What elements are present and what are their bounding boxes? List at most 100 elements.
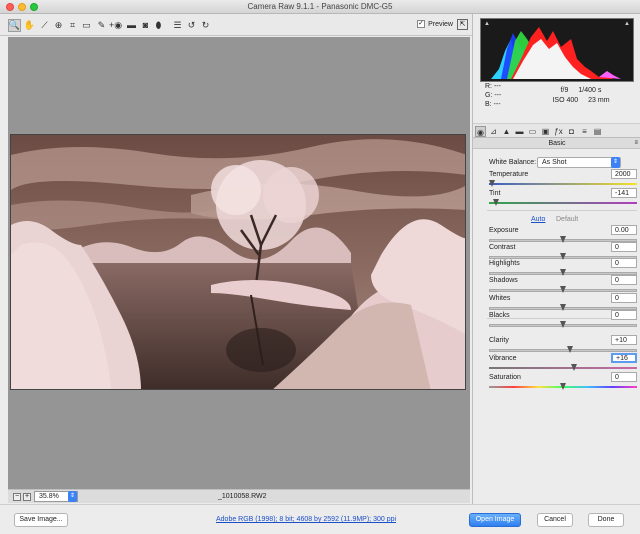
crop-tool-icon[interactable]: ⌗ (66, 19, 79, 32)
shadows-value-field[interactable]: 0 (611, 275, 637, 285)
tab-tone-curve-icon[interactable]: ⊿ (488, 126, 499, 137)
spot-removal-tool-icon[interactable]: ✎ (95, 19, 108, 32)
info-readout: R: --- G: --- B: --- f/9 1/400 s ISO 400… (481, 82, 635, 122)
blacks-value-field[interactable]: 0 (611, 310, 637, 320)
save-image-button[interactable]: Save Image... (14, 513, 68, 527)
clarity-thumb[interactable] (567, 346, 574, 353)
iso: ISO 400 (552, 97, 579, 104)
histogram-graph (491, 27, 621, 79)
tint-slider[interactable]: Tint -141 (489, 188, 637, 210)
color-sampler-tool-icon[interactable]: ⊕ (52, 19, 65, 32)
exif-meta: f/9 1/400 s ISO 400 23 mm (529, 82, 633, 106)
vibrance-track[interactable] (489, 367, 637, 369)
vibrance-value-field[interactable]: +16 (611, 353, 637, 363)
straighten-tool-icon[interactable]: ▭ (80, 19, 93, 32)
whites-value-field[interactable]: 0 (611, 293, 637, 303)
readout-g: G: --- (485, 92, 502, 99)
contrast-value-field[interactable]: 0 (611, 242, 637, 252)
clarity-track[interactable] (489, 349, 637, 352)
zoom-level-select[interactable]: 35.8% ⇕ (34, 491, 78, 502)
infrared-landscape-image (11, 135, 465, 389)
clarity-value-field[interactable]: +10 (611, 335, 637, 345)
saturation-value-field[interactable]: 0 (611, 372, 637, 382)
zoom-in-button[interactable]: + (23, 493, 31, 501)
panel-tabs: ◉ ⊿ ▲ ▬ ▭ ▣ ƒx ◘ ≡ ▤ (473, 123, 640, 138)
blacks-thumb[interactable] (560, 321, 566, 328)
tab-split-toning-icon[interactable]: ▭ (527, 126, 538, 137)
auto-link[interactable]: Auto (531, 216, 545, 223)
image-canvas[interactable] (8, 37, 470, 489)
workflow-options-link[interactable]: Adobe RGB (1998); 8 bit; 4608 by 2592 (1… (216, 516, 396, 523)
exposure-thumb[interactable] (560, 236, 566, 243)
adjustment-brush-icon[interactable]: ▬ (125, 19, 138, 32)
temperature-thumb[interactable] (489, 180, 495, 187)
default-link[interactable]: Default (556, 216, 578, 223)
tab-detail-icon[interactable]: ▲ (501, 126, 512, 137)
radial-filter-icon[interactable]: ⬮ (152, 19, 165, 32)
tint-label: Tint (489, 190, 501, 197)
rotate-left-icon[interactable]: ↺ (185, 19, 198, 32)
highlights-thumb[interactable] (560, 269, 566, 276)
exposure-value-field[interactable]: 0.00 (611, 225, 637, 235)
tab-lens-corrections-icon[interactable]: ▣ (540, 126, 551, 137)
preview-checkbox[interactable]: ✓ (417, 20, 426, 28)
red-eye-tool-icon[interactable]: +◉ (109, 19, 122, 32)
title-bar: Camera Raw 9.1.1 - Panasonic DMC-G5 (0, 0, 640, 14)
rotate-right-icon[interactable]: ↻ (199, 19, 212, 32)
shutter-speed: 1/400 s (578, 87, 602, 94)
blacks-slider[interactable]: Blacks 0 (489, 310, 637, 332)
shadows-thumb[interactable] (560, 286, 566, 293)
chevron-updown-icon: ⇕ (68, 491, 77, 502)
tab-presets-icon[interactable]: ≡ (579, 126, 590, 137)
zoom-level-value: 35.8% (39, 493, 59, 500)
adjustments-panel: ▲ ▲ R: --- G: --- B: --- f/9 1/400 s ISO… (472, 14, 640, 504)
done-button[interactable]: Done (588, 513, 624, 527)
white-balance-label: White Balance: (489, 159, 537, 166)
vibrance-thumb[interactable] (571, 364, 578, 371)
saturation-slider[interactable]: Saturation 0 (489, 372, 637, 394)
whites-label: Whites (489, 295, 511, 302)
chevron-updown-icon: ⇕ (611, 157, 620, 168)
hand-tool-icon[interactable]: ✋ (23, 19, 36, 32)
blacks-label: Blacks (489, 312, 510, 319)
readout-r: R: --- (485, 83, 501, 90)
whites-thumb[interactable] (560, 304, 566, 311)
divider (487, 210, 637, 211)
highlights-label: Highlights (489, 260, 520, 267)
tab-hsl-icon[interactable]: ▬ (514, 126, 525, 137)
tint-track[interactable] (489, 202, 637, 204)
panel-menu-icon[interactable]: ≡ (634, 138, 638, 149)
white-balance-tool-icon[interactable]: ⟋ (38, 19, 51, 32)
preview-toggle[interactable]: ✓ Preview (417, 20, 453, 28)
zoom-out-button[interactable]: − (13, 493, 21, 501)
highlight-clipping-icon[interactable]: ▲ (624, 21, 630, 27)
shadow-clipping-icon[interactable]: ▲ (484, 21, 490, 27)
bottom-bar: Save Image... Adobe RGB (1998); 8 bit; 4… (0, 504, 640, 534)
contrast-thumb[interactable] (560, 253, 566, 260)
tab-basic-icon[interactable]: ◉ (475, 126, 486, 137)
highlights-value-field[interactable]: 0 (611, 258, 637, 268)
focal-length: 23 mm (588, 97, 610, 104)
section-title: Basic (548, 140, 566, 147)
fullscreen-toggle-icon[interactable]: ⇱ (457, 19, 468, 30)
tint-value-field[interactable]: -141 (611, 188, 637, 198)
exposure-label: Exposure (489, 227, 519, 234)
photo-preview[interactable] (10, 134, 466, 390)
temperature-value-field[interactable]: 2000 (611, 169, 637, 179)
open-image-button[interactable]: Open Image (469, 513, 521, 527)
tint-thumb[interactable] (493, 199, 500, 206)
graduated-filter-icon[interactable]: ◙ (139, 19, 152, 32)
zoom-tool-icon[interactable]: 🔍 (8, 19, 21, 32)
preview-label: Preview (428, 20, 453, 28)
temperature-label: Temperature (489, 171, 529, 178)
status-bar: − + 35.8% ⇕ _1010058.RW2 (8, 489, 470, 503)
saturation-thumb[interactable] (560, 383, 566, 390)
cancel-button[interactable]: Cancel (537, 513, 573, 527)
contrast-label: Contrast (489, 244, 516, 251)
tab-effects-icon[interactable]: ƒx (553, 126, 564, 137)
temperature-track[interactable] (489, 183, 637, 185)
tab-snapshots-icon[interactable]: ▤ (592, 126, 603, 137)
white-balance-select[interactable]: As Shot ⇕ (537, 157, 621, 168)
preferences-icon[interactable]: ☰ (171, 19, 184, 32)
tab-camera-calibration-icon[interactable]: ◘ (566, 126, 577, 137)
